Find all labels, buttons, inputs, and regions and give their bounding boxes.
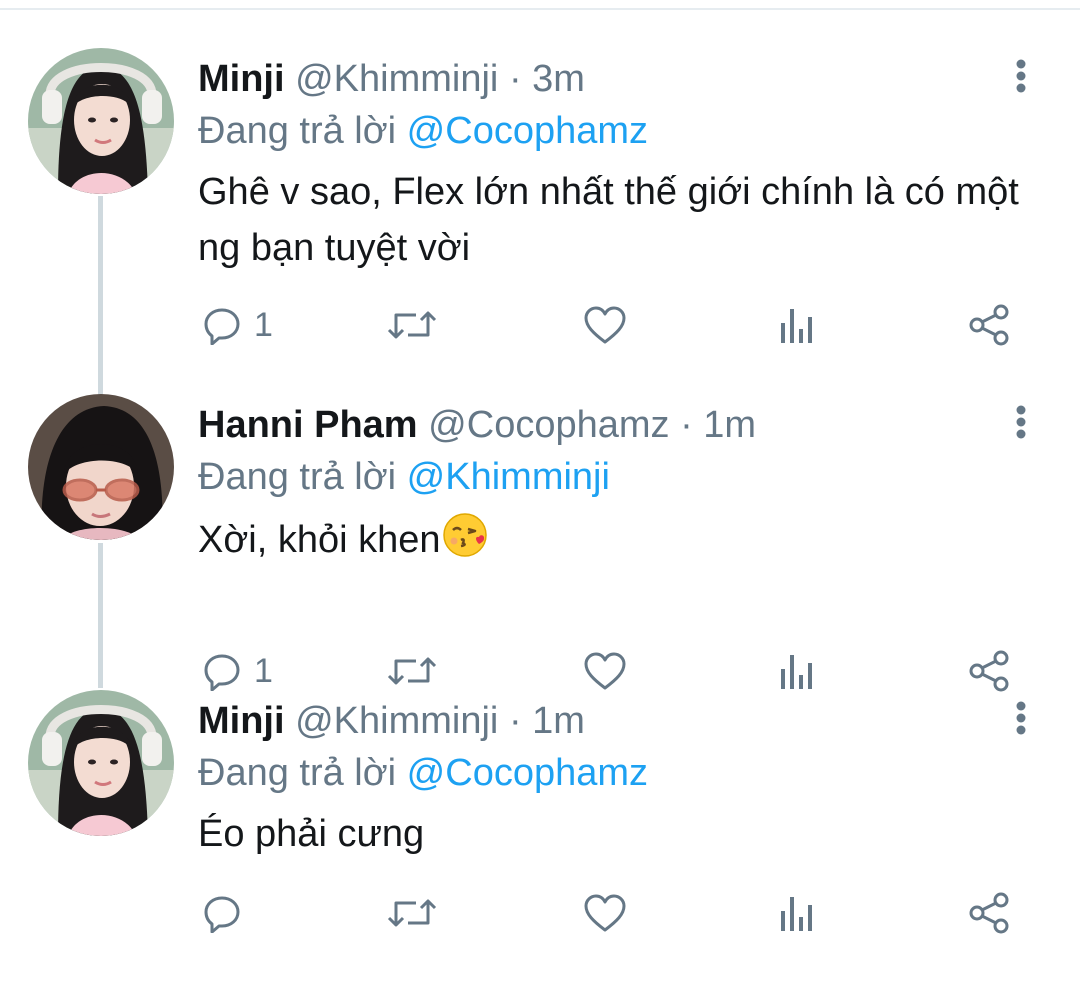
girl-with-headphones-avatar: [28, 48, 174, 194]
retweet-icon: [387, 311, 437, 339]
reply-prefix: Đang trả lời: [198, 456, 397, 498]
reply-prefix: Đang trả lời: [198, 752, 397, 794]
tweet-actions: 1: [0, 302, 1080, 348]
share-icon: [969, 650, 1009, 692]
share-button[interactable]: [968, 890, 1012, 936]
display-name[interactable]: Hanni Pham: [198, 404, 418, 446]
tweet[interactable]: Minji @Khimminji · 3m Đang trả lời @Coco…: [0, 48, 1080, 348]
retweet-button[interactable]: [386, 302, 438, 348]
heart-icon: [584, 894, 626, 932]
share-button[interactable]: [968, 648, 1012, 694]
user-handle[interactable]: @Khimminji: [295, 58, 498, 100]
tweet-header: Minji @Khimminji · 1m: [198, 696, 585, 746]
separator: ·: [508, 58, 522, 100]
display-name[interactable]: Minji: [198, 700, 285, 742]
reply-mention-link[interactable]: @Khimminji: [407, 456, 610, 498]
tweet-text-container: Xời, khỏi khen: [198, 510, 1048, 568]
tweet[interactable]: Minji @Khimminji · 1m Đang trả lời @Coco…: [0, 690, 1080, 990]
more-options-button[interactable]: [1004, 698, 1038, 738]
user-handle[interactable]: @Cocophamz: [428, 404, 669, 446]
vertical-dots-icon: [1016, 701, 1026, 735]
reply-icon: [204, 654, 240, 691]
reply-context: Đang trả lời @Khimminji: [198, 452, 610, 502]
tweet-actions: [0, 890, 1080, 936]
analytics-button[interactable]: [778, 648, 816, 694]
timestamp[interactable]: 1m: [532, 700, 585, 742]
analytics-button[interactable]: [778, 890, 816, 936]
tweet-text: Xời, khỏi khen: [198, 519, 441, 561]
reply-icon: [204, 896, 240, 933]
face-blowing-a-kiss-emoji: [442, 513, 487, 557]
analytics-button[interactable]: [778, 302, 816, 348]
heart-icon: [584, 652, 626, 690]
reply-context: Đang trả lời @Cocophamz: [198, 748, 648, 798]
retweet-button[interactable]: [386, 890, 438, 936]
top-divider: [0, 8, 1080, 10]
separator: ·: [680, 404, 693, 446]
reply-mention-link[interactable]: @Cocophamz: [407, 752, 648, 794]
girl-with-sunglasses-avatar: [28, 394, 174, 540]
tweet-header: Minji @Khimminji · 3m: [198, 54, 585, 104]
retweet-icon: [387, 657, 437, 685]
tweet-header: Hanni Pham @Cocophamz · 1m: [198, 400, 756, 450]
tweet-text: Éo phải cưng: [198, 813, 425, 855]
share-icon: [969, 304, 1009, 346]
reply-mention-link[interactable]: @Cocophamz: [407, 110, 648, 152]
user-handle[interactable]: @Khimminji: [295, 700, 498, 742]
reply-count: 1: [254, 651, 273, 690]
reply-button[interactable]: 1: [202, 648, 273, 694]
share-button[interactable]: [968, 302, 1012, 348]
tweet-actions: 1: [0, 648, 1080, 694]
avatar[interactable]: [28, 690, 174, 836]
avatar[interactable]: [28, 394, 174, 540]
reply-prefix: Đang trả lời: [198, 110, 397, 152]
retweet-icon: [387, 899, 437, 927]
more-options-button[interactable]: [1004, 402, 1038, 442]
reply-icon: [204, 308, 240, 345]
vertical-dots-icon: [1016, 405, 1026, 439]
heart-icon: [584, 306, 626, 344]
separator: ·: [508, 700, 522, 742]
reply-button[interactable]: [202, 890, 254, 936]
avatar[interactable]: [28, 48, 174, 194]
timestamp[interactable]: 1m: [703, 404, 756, 446]
reply-button[interactable]: 1: [202, 302, 273, 348]
vertical-dots-icon: [1016, 59, 1026, 93]
tweet-text: Ghê v sao, Flex lớn nhất thế giới chính …: [198, 171, 1019, 269]
share-icon: [969, 892, 1009, 934]
reply-context: Đang trả lời @Cocophamz: [198, 106, 648, 156]
analytics-icon: [781, 309, 812, 343]
timestamp[interactable]: 3m: [532, 58, 585, 100]
more-options-button[interactable]: [1004, 56, 1038, 96]
like-button[interactable]: [583, 890, 627, 936]
retweet-button[interactable]: [386, 648, 438, 694]
like-button[interactable]: [583, 302, 627, 348]
like-button[interactable]: [583, 648, 627, 694]
girl-with-headphones-avatar: [28, 690, 174, 836]
analytics-icon: [781, 655, 812, 689]
display-name[interactable]: Minji: [198, 58, 285, 100]
tweet[interactable]: Hanni Pham @Cocophamz · 1m Đang trả lời …: [0, 394, 1080, 694]
reply-count: 1: [254, 305, 273, 344]
analytics-icon: [781, 897, 812, 931]
